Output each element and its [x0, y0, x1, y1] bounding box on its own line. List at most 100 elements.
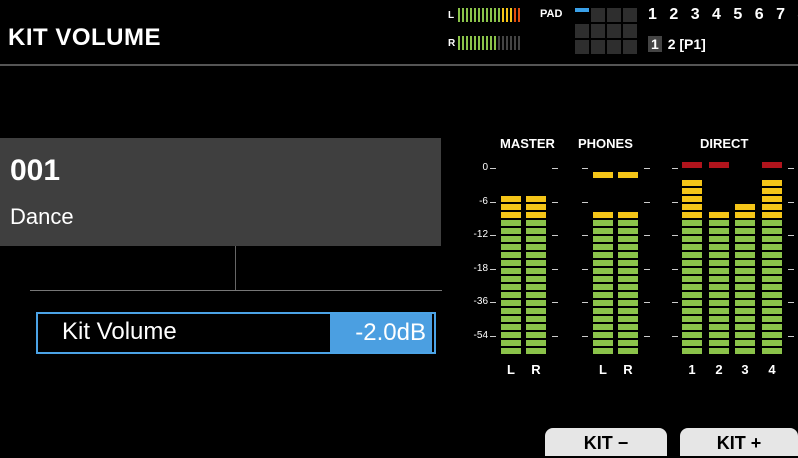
meter-segment	[735, 228, 755, 234]
meter-segment	[682, 228, 702, 234]
meter-segment	[526, 212, 546, 218]
direct-channel-1: 1	[688, 362, 696, 377]
meter-segment	[735, 220, 755, 226]
meter-segment	[682, 340, 702, 346]
mini-meter-segment	[490, 36, 492, 50]
meter-segment	[618, 220, 638, 226]
mini-meter-segment	[518, 36, 520, 50]
meter-segment	[618, 284, 638, 290]
mini-meter-segment	[514, 36, 516, 50]
mini-meter-segment	[478, 36, 480, 50]
meter-segment	[593, 236, 613, 242]
meter-segment	[526, 300, 546, 306]
meter-segment	[501, 316, 521, 322]
scale-tick	[672, 235, 678, 236]
mini-meter-segment	[486, 36, 488, 50]
kit-volume-label: Kit Volume	[62, 318, 177, 345]
meter-segment	[526, 324, 546, 330]
meter-segment	[762, 324, 782, 330]
meter-segment	[735, 324, 755, 330]
mini-meter-segment	[502, 36, 504, 50]
meter-segment	[682, 284, 702, 290]
meter-column	[501, 130, 521, 356]
meter-segment	[593, 252, 613, 258]
level-meters: MASTER PHONES DIRECT 0 -6 -12 -18 -36 -5…	[460, 130, 798, 380]
meter-segment	[682, 324, 702, 330]
meter-segment	[682, 300, 702, 306]
page-number-indicator: 1 2 3 4 5 6 7 8	[648, 6, 798, 23]
meter-segment	[682, 212, 702, 218]
meter-segment	[618, 316, 638, 322]
meter-segment	[501, 204, 521, 210]
meter-segment	[618, 300, 638, 306]
meter-segment	[593, 276, 613, 282]
meter-segment	[682, 252, 702, 258]
meter-segment	[682, 188, 702, 194]
pad-cell	[575, 8, 589, 12]
meter-segment	[709, 324, 729, 330]
divider-line	[30, 290, 442, 291]
meter-segment	[682, 332, 702, 338]
scale-tick	[788, 336, 794, 337]
mini-meter-segment	[466, 36, 468, 50]
meter-segment	[762, 276, 782, 282]
meter-segment	[709, 340, 729, 346]
meter-segment	[526, 348, 546, 354]
scale-tick	[582, 269, 588, 270]
meter-segment	[526, 332, 546, 338]
meter-segment	[618, 276, 638, 282]
kit-minus-button[interactable]: KIT −	[545, 428, 667, 456]
scale-tick	[552, 168, 558, 169]
output-meter-l-label: L	[448, 10, 455, 21]
meter-segment	[735, 236, 755, 242]
meter-segment	[735, 212, 755, 218]
meter-column	[593, 130, 613, 356]
meter-segment	[593, 316, 613, 322]
mini-meter-segment	[482, 8, 484, 22]
scale-tick	[672, 269, 678, 270]
meter-segment	[762, 300, 782, 306]
meter-segment	[593, 228, 613, 234]
meter-segment	[762, 260, 782, 266]
mini-meter-segment	[490, 8, 492, 22]
scale-tick	[490, 168, 496, 169]
scale-tick	[644, 302, 650, 303]
scale-tick	[552, 235, 558, 236]
mini-meter-segment	[502, 8, 504, 22]
meter-segment	[709, 220, 729, 226]
meter-segment	[735, 332, 755, 338]
kit-number: 001	[10, 154, 61, 187]
meter-segment	[735, 276, 755, 282]
meter-segment	[618, 340, 638, 346]
meter-column	[709, 130, 729, 356]
scale-tick	[788, 269, 794, 270]
meter-segment	[501, 252, 521, 258]
meter-segment	[762, 332, 782, 338]
meter-segment	[762, 188, 782, 194]
mini-meter-segment	[458, 36, 460, 50]
meter-segment	[735, 340, 755, 346]
meter-segment	[526, 292, 546, 298]
meter-segment	[526, 276, 546, 282]
meter-segment	[762, 252, 782, 258]
mini-meter-segment	[510, 8, 512, 22]
meter-segment	[735, 292, 755, 298]
mini-meter-segment	[470, 36, 472, 50]
kit-plus-button[interactable]: KIT +	[680, 428, 798, 456]
scale-tick	[490, 336, 496, 337]
meter-segment	[762, 308, 782, 314]
meter-segment	[735, 300, 755, 306]
meter-segment	[735, 316, 755, 322]
meter-segment	[526, 228, 546, 234]
meter-segment	[762, 204, 782, 210]
meter-segment	[526, 252, 546, 258]
kit-volume-value[interactable]: -2.0dB	[330, 314, 432, 352]
meter-segment	[593, 284, 613, 290]
meter-segment	[762, 180, 782, 186]
meter-segment	[709, 252, 729, 258]
meter-segment	[762, 316, 782, 322]
clip-indicator	[762, 162, 782, 168]
sub-page-indicator: 1 2 [P1]	[648, 36, 706, 52]
meter-segment	[682, 348, 702, 354]
meter-segment	[501, 284, 521, 290]
